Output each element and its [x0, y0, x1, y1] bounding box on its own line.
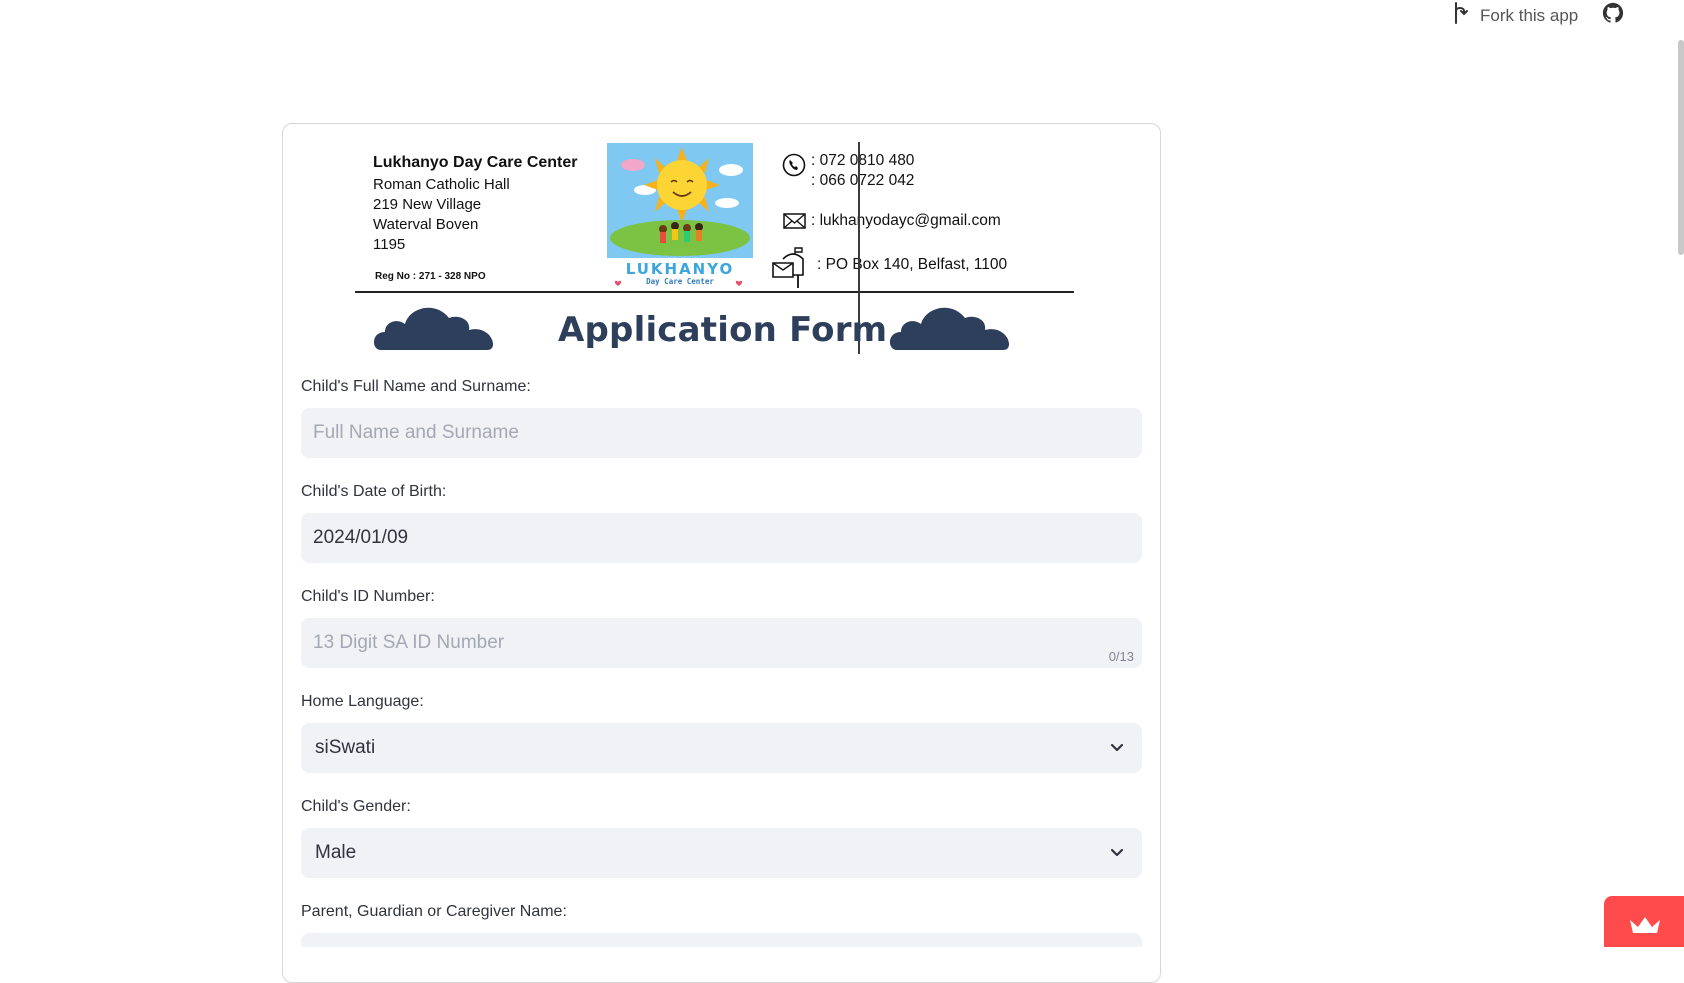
- id-number-label: Child's ID Number:: [301, 588, 435, 605]
- home-language-value: siSwati: [315, 737, 376, 758]
- fork-icon: [1452, 2, 1470, 29]
- phone-2: : 066 0722 042: [811, 172, 915, 189]
- phone-1: : 072 0810 480: [811, 152, 915, 169]
- postal-address: : PO Box 140, Belfast, 1100: [817, 256, 1008, 273]
- gender-value: Male: [315, 842, 357, 863]
- fork-app-label: Fork this app: [1480, 5, 1579, 25]
- reg-number: Reg No : 271 - 328 NPO: [375, 271, 486, 282]
- id-number-input[interactable]: 13 Digit SA ID Number 0/13: [301, 618, 1142, 668]
- logo-subtext: Day Care Center: [646, 277, 714, 286]
- cloud-icon: [373, 307, 493, 350]
- full-name-label: Child's Full Name and Surname:: [301, 378, 531, 395]
- parent-name-label: Parent, Guardian or Caregiver Name:: [301, 903, 567, 920]
- chevron-down-icon: [1110, 743, 1124, 752]
- id-number-placeholder: 13 Digit SA ID Number: [313, 632, 505, 653]
- home-language-label: Home Language:: [301, 693, 424, 710]
- full-name-placeholder: Full Name and Surname: [313, 422, 519, 443]
- github-icon[interactable]: [1602, 2, 1624, 24]
- address-line-1: Roman Catholic Hall: [373, 176, 510, 193]
- header-divider: [355, 291, 1074, 293]
- dob-date-input[interactable]: 2024/01/09: [301, 513, 1142, 563]
- form-title: Application Form: [558, 310, 888, 350]
- address-line-2: 219 New Village: [373, 196, 482, 213]
- logo-text: LUKHANYO: [626, 260, 735, 278]
- mail-icon: [783, 213, 806, 229]
- streamlit-badge[interactable]: [1604, 896, 1684, 947]
- parent-name-input[interactable]: [301, 933, 1142, 947]
- address-line-4: 1195: [373, 236, 406, 253]
- fork-app-button[interactable]: Fork this app: [1452, 2, 1578, 29]
- email: : lukhanyodayc@gmail.com: [811, 212, 1001, 229]
- id-number-counter: 0/13: [1108, 649, 1134, 664]
- chevron-down-icon: [1110, 848, 1124, 857]
- crown-icon: [1630, 917, 1660, 933]
- cloud-icon: [889, 307, 1009, 350]
- org-name: Lukhanyo Day Care Center: [373, 154, 578, 171]
- gender-select[interactable]: Male: [301, 828, 1142, 878]
- page-scrollbar[interactable]: [1678, 40, 1684, 255]
- full-name-input[interactable]: Full Name and Surname: [301, 408, 1142, 458]
- logo-image: LUKHANYO Day Care Center: [607, 143, 753, 289]
- gender-label: Child's Gender:: [301, 798, 411, 815]
- home-language-select[interactable]: siSwati: [301, 723, 1142, 773]
- address-line-3: Waterval Boven: [373, 216, 479, 233]
- phone-icon: [782, 153, 806, 177]
- mailbox-icon: [772, 247, 804, 288]
- dob-label: Child's Date of Birth:: [301, 483, 447, 500]
- dob-value: 2024/01/09: [313, 527, 409, 548]
